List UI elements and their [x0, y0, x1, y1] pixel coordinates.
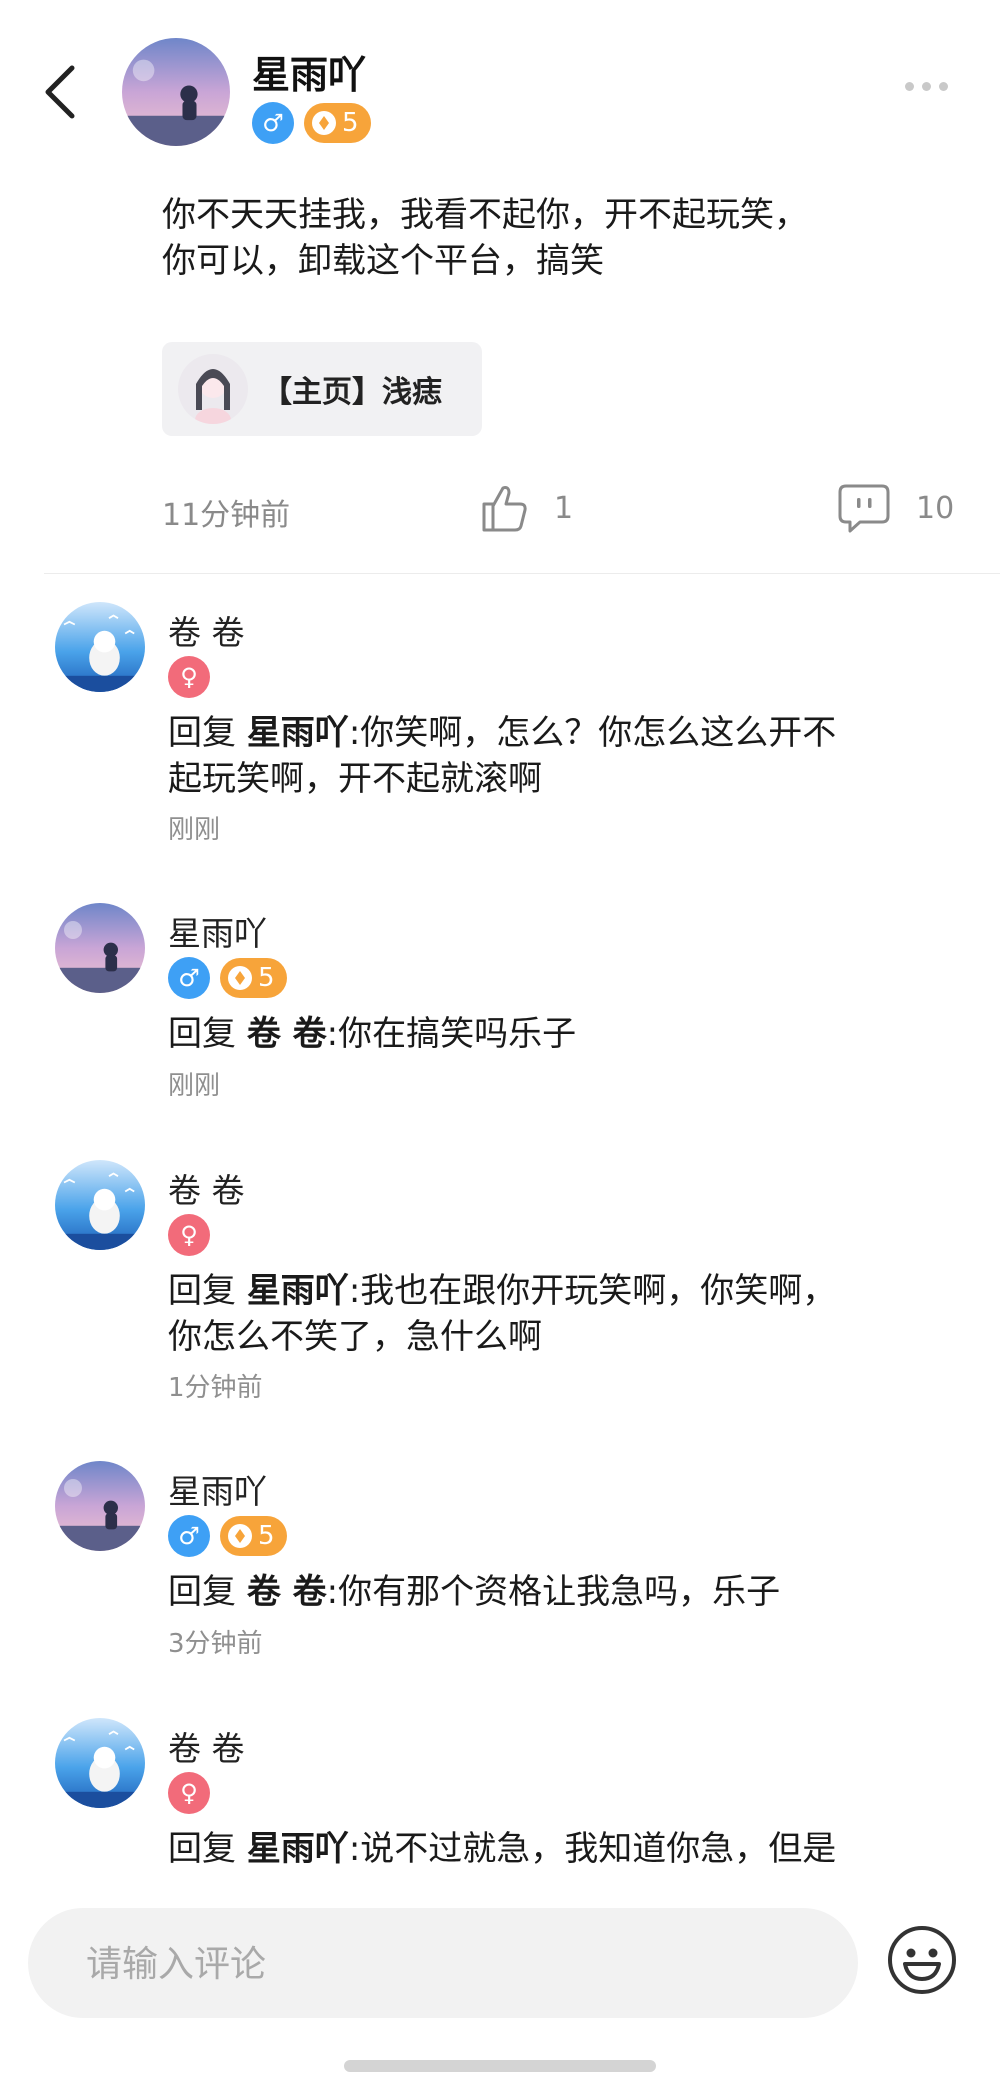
diamond-icon — [228, 966, 252, 990]
commenter-name[interactable]: 卷 卷 — [168, 1164, 245, 1212]
comment-line: :你笑啊，怎么？你怎么这么开不 — [348, 713, 837, 753]
comment-line: :你在搞笑吗乐子 — [326, 1014, 577, 1054]
female-gender-icon: ♀ — [168, 656, 210, 698]
post-time: 11分钟前 — [162, 498, 291, 533]
commenter-avatar[interactable] — [55, 602, 145, 692]
comment-line: 起玩笑啊，开不起就滚啊 — [168, 759, 542, 799]
commenter-name[interactable]: 星雨吖 — [168, 907, 267, 955]
post-text-line: 你不天天挂我，我看不起你，开不起玩笑， — [162, 195, 808, 235]
comment-text[interactable]: 回复 卷 卷:你有那个资格让我急吗，乐子 — [168, 1569, 948, 1615]
commenter-badges: ♀ — [168, 1214, 210, 1256]
commenter-badges: ♀ — [168, 656, 210, 698]
comment-input[interactable] — [84, 1908, 828, 2020]
comment-text[interactable]: 回复 星雨吖:我也在跟你开玩笑啊，你笑啊， 你怎么不笑了，急什么啊 — [168, 1268, 948, 1360]
commenter-name[interactable]: 卷 卷 — [168, 1722, 245, 1770]
level-badge: 5 — [220, 958, 287, 998]
commenter-avatar[interactable] — [55, 1160, 145, 1250]
level-badge: 5 — [304, 103, 371, 143]
comment-count: 10 — [916, 490, 955, 526]
commenter-name[interactable]: 卷 卷 — [168, 606, 245, 654]
post-meta: 11分钟前 1 10 — [162, 484, 962, 534]
thumbs-up-icon — [482, 486, 527, 532]
post-author-avatar[interactable] — [122, 38, 230, 146]
comment-bubble-icon — [838, 484, 890, 533]
comment-line: :你有那个资格让我急吗，乐子 — [326, 1572, 781, 1612]
commenter-avatar[interactable] — [55, 1718, 145, 1808]
comment-line: 你怎么不笑了，急什么啊 — [168, 1317, 542, 1357]
male-gender-icon: ♂ — [168, 957, 210, 999]
reply-target[interactable]: 星雨吖 — [247, 1271, 349, 1311]
divider — [44, 573, 1000, 574]
female-gender-icon: ♀ — [168, 1214, 210, 1256]
profile-link-card[interactable]: 【主页】浅痣 — [162, 342, 482, 436]
comment-text[interactable]: 回复 星雨吖:说不过就急，我知道你急，但是 — [168, 1826, 948, 1872]
level-value: 5 — [342, 108, 359, 138]
commenter-badges: ♂ 5 — [168, 957, 287, 999]
reply-target[interactable]: 星雨吖 — [247, 713, 349, 753]
comment-time: 1分钟前 — [168, 1373, 263, 1403]
male-gender-icon: ♂ — [168, 1515, 210, 1557]
commenter-name[interactable]: 星雨吖 — [168, 1465, 267, 1513]
like-count: 1 — [554, 490, 574, 526]
commenter-badges: ♂ 5 — [168, 1515, 287, 1557]
comment-button[interactable]: 10 — [838, 482, 954, 534]
comment-time: 3分钟前 — [168, 1629, 263, 1659]
comment-time: 刚刚 — [168, 1071, 221, 1101]
link-card-thumbnail — [178, 354, 248, 424]
commenter-avatar[interactable] — [55, 903, 145, 993]
reply-target[interactable]: 卷 卷 — [247, 1572, 327, 1612]
home-indicator — [344, 2060, 656, 2072]
comment-text[interactable]: 回复 星雨吖:你笑啊，怎么？你怎么这么开不 起玩笑啊，开不起就滚啊 — [168, 710, 948, 802]
reply-prefix: 回复 — [168, 1829, 247, 1869]
commenter-avatar[interactable] — [55, 1461, 145, 1551]
post-author-badges: ♂ 5 — [252, 102, 371, 144]
reply-target[interactable]: 卷 卷 — [247, 1014, 327, 1054]
link-card-title: 【主页】浅痣 — [262, 375, 442, 410]
reply-prefix: 回复 — [168, 713, 247, 753]
reply-prefix: 回复 — [168, 1572, 247, 1612]
comment-line: :说不过就急，我知道你急，但是 — [348, 1829, 837, 1869]
reply-prefix: 回复 — [168, 1014, 247, 1054]
level-value: 5 — [258, 963, 275, 993]
diamond-icon — [312, 111, 336, 135]
level-badge: 5 — [220, 1516, 287, 1556]
comment-time: 刚刚 — [168, 815, 221, 845]
commenter-badges: ♀ — [168, 1772, 210, 1814]
emoji-icon[interactable] — [886, 1924, 958, 1996]
post-header: 星雨吖 ♂ 5 — [0, 0, 1000, 150]
female-gender-icon: ♀ — [168, 1772, 210, 1814]
comment-input-container[interactable] — [28, 1908, 858, 2020]
level-value: 5 — [258, 1521, 275, 1551]
post-author-name[interactable]: 星雨吖 — [252, 44, 366, 99]
reply-prefix: 回复 — [168, 1271, 247, 1311]
back-arrow-icon[interactable] — [38, 62, 82, 122]
more-options-icon[interactable] — [905, 82, 948, 91]
post-text-line: 你可以，卸载这个平台，搞笑 — [162, 241, 604, 281]
diamond-icon — [228, 1524, 252, 1548]
post-text: 你不天天挂我，我看不起你，开不起玩笑， 你可以，卸载这个平台，搞笑 — [162, 192, 922, 284]
reply-target[interactable]: 星雨吖 — [247, 1829, 349, 1869]
comment-text[interactable]: 回复 卷 卷:你在搞笑吗乐子 — [168, 1011, 948, 1057]
male-gender-icon: ♂ — [252, 102, 294, 144]
like-button[interactable]: 1 — [480, 482, 573, 534]
comment-line: :我也在跟你开玩笑啊，你笑啊， — [348, 1271, 837, 1311]
